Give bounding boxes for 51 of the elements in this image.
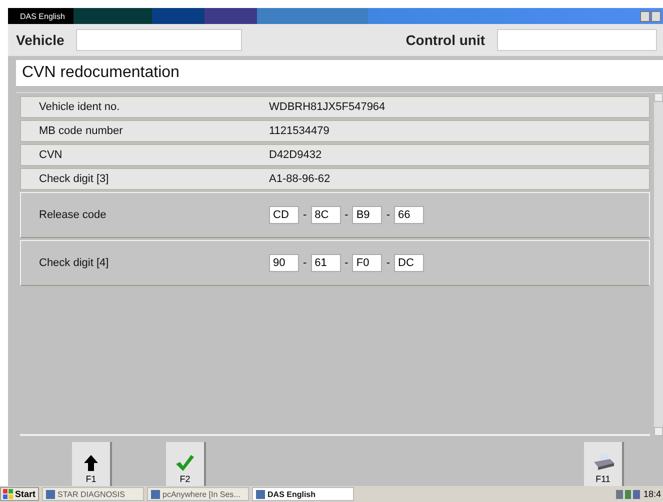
taskbar-button[interactable]: STAR DIAGNOSIS	[42, 487, 144, 501]
row-label: Check digit [3]	[38, 173, 110, 185]
code-field[interactable]: 66	[394, 206, 424, 224]
windows-flag-icon	[3, 489, 13, 499]
maximize-button[interactable]	[651, 10, 661, 22]
function-key-button[interactable]: F1	[72, 442, 112, 486]
page-title: CVN redocumentation	[16, 60, 663, 86]
control-unit-label: Control unit	[406, 32, 485, 48]
minimize-button[interactable]	[640, 10, 650, 22]
code-field[interactable]: CD	[269, 206, 299, 224]
row-value: D42D9432	[269, 149, 322, 161]
app-icon	[256, 490, 265, 498]
separator: -	[303, 257, 307, 269]
scroll-down-button[interactable]	[654, 427, 663, 436]
taskbar-button[interactable]: pcAnywhere [In Ses...	[146, 487, 249, 501]
separator: -	[303, 209, 307, 221]
start-button[interactable]: Start	[0, 487, 39, 501]
separator: -	[344, 209, 348, 221]
code-field[interactable]: 8C	[310, 206, 341, 224]
function-key-button[interactable]: F11	[584, 442, 624, 486]
clock: 18:4	[643, 489, 661, 499]
check-icon	[176, 455, 194, 471]
row-value: 1121534479	[269, 125, 330, 137]
row-value: WDBRH81JX5F547964	[269, 101, 386, 113]
app-icon	[46, 490, 55, 498]
separator: -	[344, 257, 348, 269]
up-arrow-icon	[84, 455, 98, 471]
vehicle-field[interactable]	[76, 29, 242, 51]
row-value: A1-88-96-62	[269, 173, 330, 185]
separator: -	[386, 209, 390, 221]
scrollbar[interactable]	[654, 93, 663, 436]
tray-icons	[616, 490, 640, 498]
taskbar-button[interactable]: DAS English	[252, 487, 354, 501]
code-field[interactable]: 61	[310, 254, 341, 272]
vehicle-label: Vehicle	[16, 32, 64, 48]
row-label: MB code number	[38, 125, 124, 137]
scroll-up-button[interactable]	[654, 93, 663, 102]
row-label: Vehicle ident no.	[38, 101, 121, 113]
app-icon	[150, 490, 160, 498]
row-label: Release code	[38, 209, 108, 221]
row-label: CVN	[38, 149, 64, 161]
code-field[interactable]: B9	[352, 206, 382, 224]
window-title: DAS English	[19, 12, 65, 20]
function-key-button[interactable]: F2	[166, 442, 206, 486]
separator: -	[386, 257, 390, 269]
code-field[interactable]: F0	[352, 254, 382, 272]
printer-icon	[592, 453, 614, 471]
code-field[interactable]: DC	[394, 254, 424, 272]
row-label: Check digit [4]	[38, 257, 110, 269]
control-unit-field[interactable]	[497, 29, 657, 51]
code-field[interactable]: 90	[269, 254, 299, 272]
